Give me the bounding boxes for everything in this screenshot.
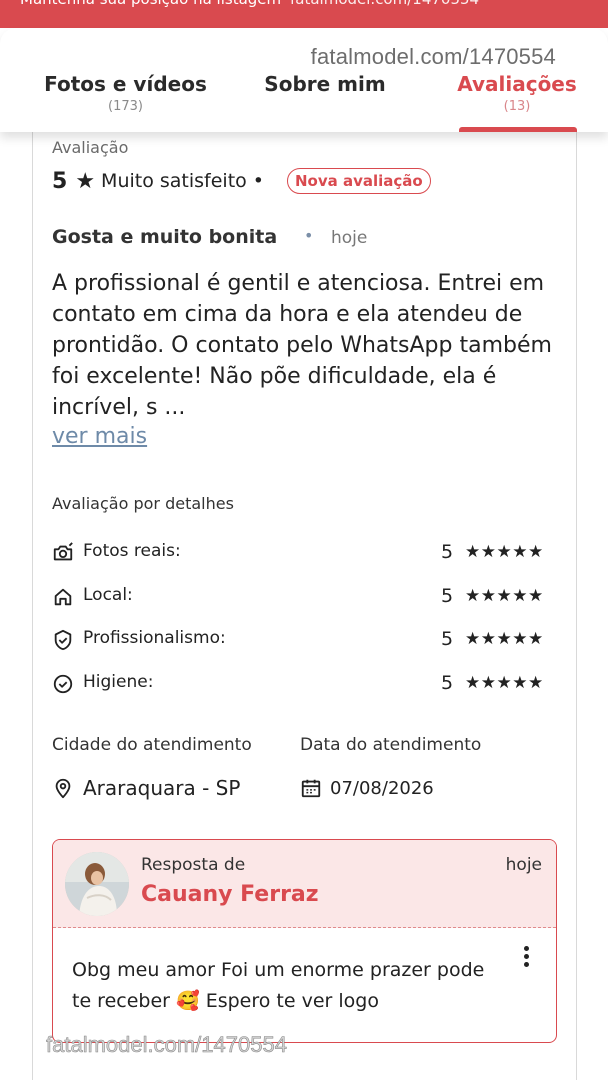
new-review-badge: Nova avaliação bbox=[287, 168, 431, 194]
detail-row-real-photos: Fotos reais: 5 ★★★★★ bbox=[52, 541, 562, 565]
detail-label: Higiene: bbox=[83, 672, 154, 692]
detail-stars: ★★★★★ bbox=[465, 542, 544, 562]
detail-stars: ★★★★★ bbox=[465, 629, 544, 649]
detail-stars: ★★★★★ bbox=[465, 673, 544, 693]
detail-row-hygiene: Higiene: 5 ★★★★★ bbox=[52, 672, 562, 696]
calendar-icon bbox=[301, 779, 321, 798]
more-options-icon[interactable] bbox=[518, 946, 534, 972]
banner-right-text: fatalmodel.com/1470554 bbox=[290, 0, 479, 8]
reply-author-name[interactable]: Cauany Ferraz bbox=[141, 882, 319, 907]
city-value: Araraquara - SP bbox=[83, 776, 241, 800]
review-body: A profissional é gentil e atenciosa. Ent… bbox=[52, 271, 552, 420]
active-tab-indicator bbox=[459, 127, 577, 132]
tab-count: (173) bbox=[108, 99, 143, 114]
detail-stars: ★★★★★ bbox=[465, 586, 544, 606]
separator-dot: • bbox=[252, 170, 264, 192]
city-value-row: Araraquara - SP bbox=[52, 776, 240, 800]
review-title: Gosta e muito bonita bbox=[52, 226, 278, 248]
detail-row-professionalism: Profissionalismo: 5 ★★★★★ bbox=[52, 628, 562, 652]
review-date: hoje bbox=[331, 228, 368, 248]
reply-text: Obg meu amor Foi um enorme prazer pode t… bbox=[72, 959, 485, 1012]
tab-photos-videos[interactable]: Fotos e vídeos (173) bbox=[28, 72, 223, 114]
camera-icon bbox=[53, 542, 73, 561]
location-pin-icon bbox=[55, 778, 71, 799]
evaluation-text: Muito satisfeito bbox=[101, 170, 247, 192]
tab-about-me[interactable]: Sobre mim bbox=[250, 72, 400, 99]
detail-score: 5 bbox=[441, 628, 454, 650]
tab-label: Avaliações bbox=[457, 72, 577, 96]
detail-label: Local: bbox=[83, 585, 133, 605]
evaluation-summary: 5 ★ Muito satisfeito • Nova avaliação bbox=[52, 168, 431, 194]
detail-row-location: Local: 5 ★★★★★ bbox=[52, 585, 562, 609]
check-circle-icon bbox=[53, 674, 73, 694]
tab-reviews[interactable]: Avaliações (13) bbox=[452, 72, 582, 114]
detail-score: 5 bbox=[441, 672, 454, 694]
home-icon bbox=[54, 588, 72, 606]
avatar[interactable] bbox=[65, 852, 129, 916]
tab-label: Sobre mim bbox=[264, 72, 386, 96]
detail-label: Fotos reais: bbox=[83, 541, 181, 561]
details-title: Avaliação por detalhes bbox=[52, 494, 234, 513]
tab-count: (13) bbox=[503, 99, 531, 114]
date-value-row: 07/08/2026 bbox=[300, 777, 434, 799]
detail-score: 5 bbox=[441, 541, 454, 563]
tabs-header: fatalmodel.com/1470554 Fotos e vídeos (1… bbox=[0, 28, 608, 132]
reply-header: Resposta de Cauany Ferraz hoje bbox=[53, 840, 556, 928]
detail-score: 5 bbox=[441, 585, 454, 607]
detail-label: Profissionalismo: bbox=[83, 628, 226, 648]
see-more-link[interactable]: ver mais bbox=[52, 424, 147, 449]
watermark-bottom: fatalmodel.com/1470554 bbox=[46, 1032, 288, 1058]
city-label: Cidade do atendimento bbox=[52, 735, 252, 755]
date-value: 07/08/2026 bbox=[330, 777, 434, 799]
watermark-top: fatalmodel.com/1470554 bbox=[310, 44, 556, 69]
tab-label: Fotos e vídeos bbox=[44, 72, 207, 96]
evaluation-label: Avaliação bbox=[52, 138, 129, 157]
star-icon: ★ bbox=[75, 168, 96, 194]
banner-text: Mantenha sua posição na listagem bbox=[20, 0, 281, 8]
shield-check-icon bbox=[54, 629, 72, 651]
date-label: Data do atendimento bbox=[300, 735, 482, 755]
reply-date: hoje bbox=[505, 855, 542, 875]
top-banner: Mantenha sua posição na listagem fatalmo… bbox=[0, 0, 608, 28]
reply-prefix: Resposta de bbox=[141, 855, 246, 875]
separator-dot: • bbox=[304, 226, 314, 245]
evaluation-score: 5 bbox=[52, 168, 68, 194]
avatar-image bbox=[65, 852, 129, 916]
reply-box: Resposta de Cauany Ferraz hoje Obg meu a… bbox=[52, 839, 557, 1043]
